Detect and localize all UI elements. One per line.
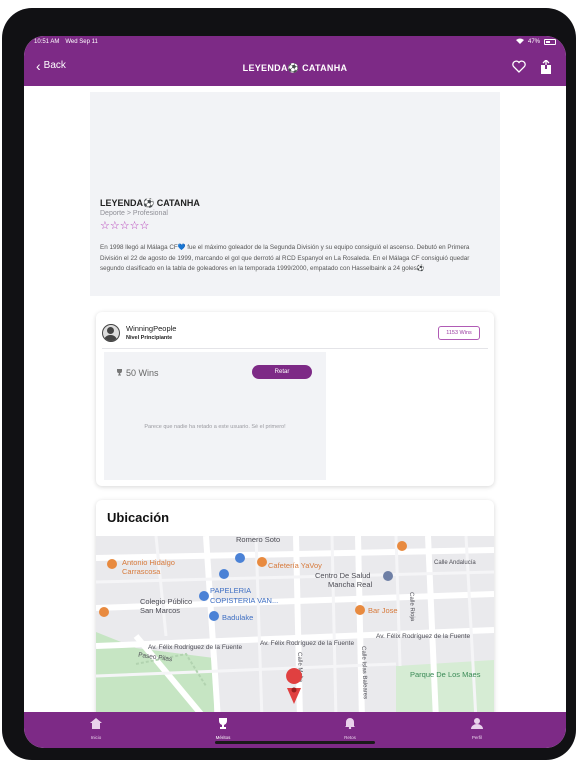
- map-pin-icon: [286, 668, 303, 704]
- trophy-icon: [217, 716, 229, 733]
- location-map[interactable]: Romero Soto Antonio Hidalgo Carrascosa C…: [96, 536, 494, 712]
- user-name[interactable]: WinningPeople: [126, 324, 176, 333]
- location-title: Ubicación: [107, 510, 170, 525]
- trophy-icon: [116, 368, 123, 378]
- wifi-icon: [515, 38, 524, 46]
- status-time: 10:51 AM: [34, 39, 60, 45]
- poi-blue-icon: [199, 591, 209, 601]
- scroll-content[interactable]: LEYENDA⚽ CATANHA Deporte > Profesional ☆…: [24, 86, 566, 712]
- heart-icon[interactable]: [512, 60, 526, 80]
- bell-icon: [344, 716, 356, 733]
- battery-percent: 47%: [527, 39, 540, 45]
- poi-blue-icon: [209, 611, 219, 621]
- tab-inicio[interactable]: Inicio: [66, 716, 126, 740]
- legend-category: Deporte > Profesional: [100, 210, 168, 217]
- star-rating: ☆☆☆☆☆: [100, 220, 150, 232]
- challenge-panel: 50 Wins Retar Parece que nadie ha retado…: [104, 352, 326, 480]
- top-nav-bar: ‹ Back LEYENDA⚽ CATANHA: [24, 48, 566, 86]
- poi-bar-icon: [355, 605, 365, 615]
- tab-perfil[interactable]: Perfil: [447, 716, 507, 740]
- legend-description: En 1998 llegó al Málaga CF💙 fue el máxim…: [100, 244, 470, 272]
- tab-inicio-label: Inicio: [90, 735, 102, 740]
- home-indicator: [215, 741, 375, 744]
- challenge-button[interactable]: Retar: [252, 365, 312, 379]
- avatar[interactable]: [102, 324, 120, 342]
- empty-challenges-message: Parece que nadie ha retado a este usuari…: [144, 424, 286, 430]
- tab-retos[interactable]: Retos: [320, 716, 380, 740]
- bet-amount-label: 50 Wins: [126, 368, 159, 378]
- app-screen: 10:51 AM Wed Sep 11 47% ‹ Back LEYENDA⚽ …: [24, 36, 566, 748]
- user-card: WinningPeople Nivel Principiante 1153 Wi…: [96, 312, 494, 486]
- bet-amount: 50 Wins: [116, 368, 159, 378]
- status-right: 47%: [515, 38, 556, 46]
- legend-info-panel: LEYENDA⚽ CATANHA Deporte > Profesional ☆…: [90, 92, 500, 296]
- status-date: Wed Sep 11: [65, 39, 98, 45]
- tab-meritos-label: Méritos: [215, 735, 231, 740]
- poi-restaurant-icon: [99, 607, 109, 617]
- poi-cafe-icon: [257, 557, 267, 567]
- wins-badge: 1153 Wins: [438, 326, 480, 340]
- bottom-tab-bar: Inicio Méritos Retos Perfil: [24, 712, 566, 748]
- nav-actions: [512, 59, 552, 80]
- tab-meritos[interactable]: Méritos: [193, 716, 253, 740]
- map-pois: [99, 541, 407, 704]
- poi-blue-icon: [235, 553, 245, 563]
- share-icon[interactable]: [540, 59, 552, 80]
- device-frame: 10:51 AM Wed Sep 11 47% ‹ Back LEYENDA⚽ …: [2, 8, 576, 760]
- person-icon: [471, 716, 483, 733]
- poi-blue-icon: [219, 569, 229, 579]
- poi-blue-icon: [383, 571, 393, 581]
- poi-orange-icon: [397, 541, 407, 551]
- poi-restaurant-icon: [107, 559, 117, 569]
- legend-title: LEYENDA⚽ CATANHA: [100, 198, 200, 208]
- tab-perfil-label: Perfil: [471, 735, 483, 740]
- status-bar: 10:51 AM Wed Sep 11 47%: [24, 36, 566, 48]
- nav-title: LEYENDA⚽ CATANHA: [242, 63, 348, 73]
- location-card: Ubicación Romero Soto Antonio Hidalgo Ca…: [96, 500, 494, 712]
- home-icon: [90, 716, 102, 733]
- tab-retos-label: Retos: [344, 735, 356, 740]
- user-level: Nivel Principiante: [126, 335, 173, 341]
- battery-icon: [544, 39, 556, 45]
- divider: [102, 348, 488, 349]
